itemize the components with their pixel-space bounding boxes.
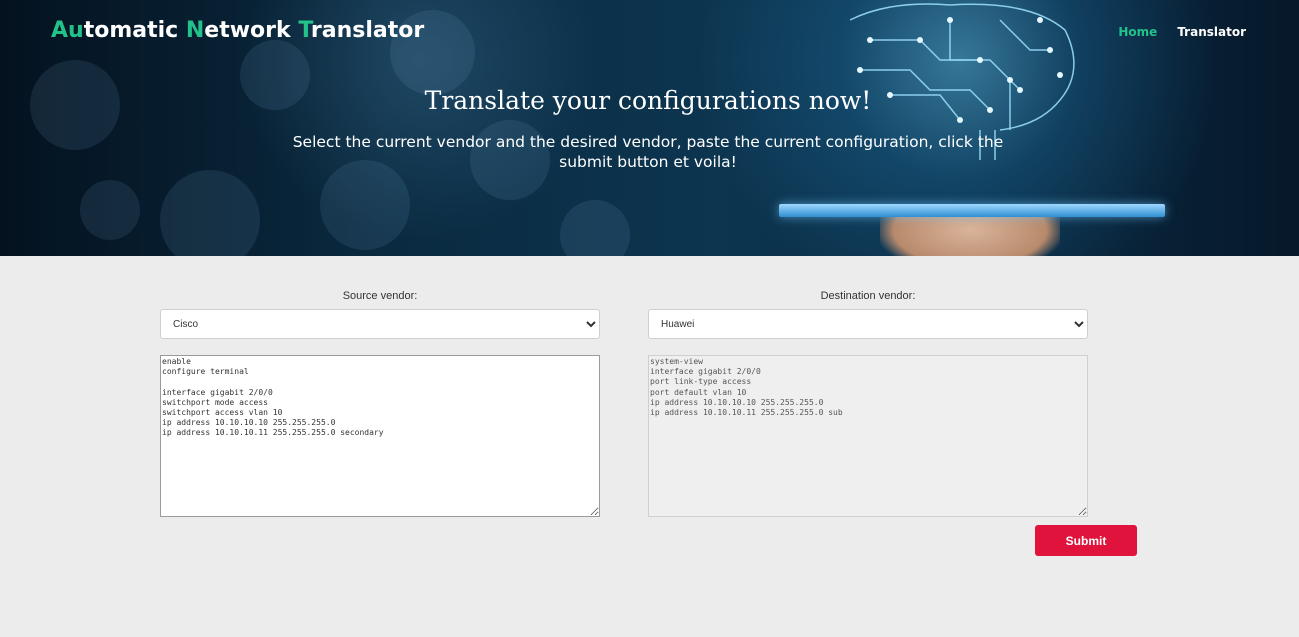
nav-link-translator[interactable]: Translator bbox=[1177, 25, 1246, 39]
translator-form: Source vendor: Cisco Destination vendor:… bbox=[0, 256, 1299, 637]
destination-config-output[interactable]: system-view interface gigabit 2/0/0 port… bbox=[648, 355, 1088, 517]
logo-segment: etwork bbox=[204, 18, 299, 43]
logo-segment: T bbox=[298, 18, 311, 43]
bokeh-decoration bbox=[320, 160, 410, 250]
nav-link-home[interactable]: Home bbox=[1118, 25, 1157, 39]
tablet-illustration bbox=[779, 204, 1165, 217]
source-vendor-label: Source vendor: bbox=[342, 290, 418, 302]
logo-segment: N bbox=[185, 18, 205, 43]
destination-vendor-label: Destination vendor: bbox=[820, 290, 916, 302]
hero-title: Translate your configurations now! bbox=[424, 86, 872, 115]
source-vendor-select[interactable]: Cisco bbox=[160, 309, 600, 339]
logo-segment: tomatic bbox=[83, 18, 186, 43]
source-config-input[interactable]: enable configure terminal interface giga… bbox=[160, 355, 600, 517]
site-logo[interactable]: Automatic Network Translator bbox=[51, 18, 424, 43]
bokeh-decoration bbox=[160, 170, 260, 256]
hero-subtitle: Select the current vendor and the desire… bbox=[292, 133, 1004, 171]
bokeh-decoration bbox=[80, 180, 140, 240]
hand-illustration bbox=[880, 212, 1060, 256]
hero-banner: Automatic Network Translator Home Transl… bbox=[0, 0, 1299, 256]
bokeh-decoration bbox=[560, 200, 630, 256]
main-nav: Home Translator bbox=[1118, 25, 1246, 39]
submit-button[interactable]: Submit bbox=[1035, 525, 1137, 556]
logo-segment: Au bbox=[51, 18, 84, 43]
logo-segment: ranslator bbox=[310, 18, 425, 43]
destination-vendor-select[interactable]: Huawei bbox=[648, 309, 1088, 339]
